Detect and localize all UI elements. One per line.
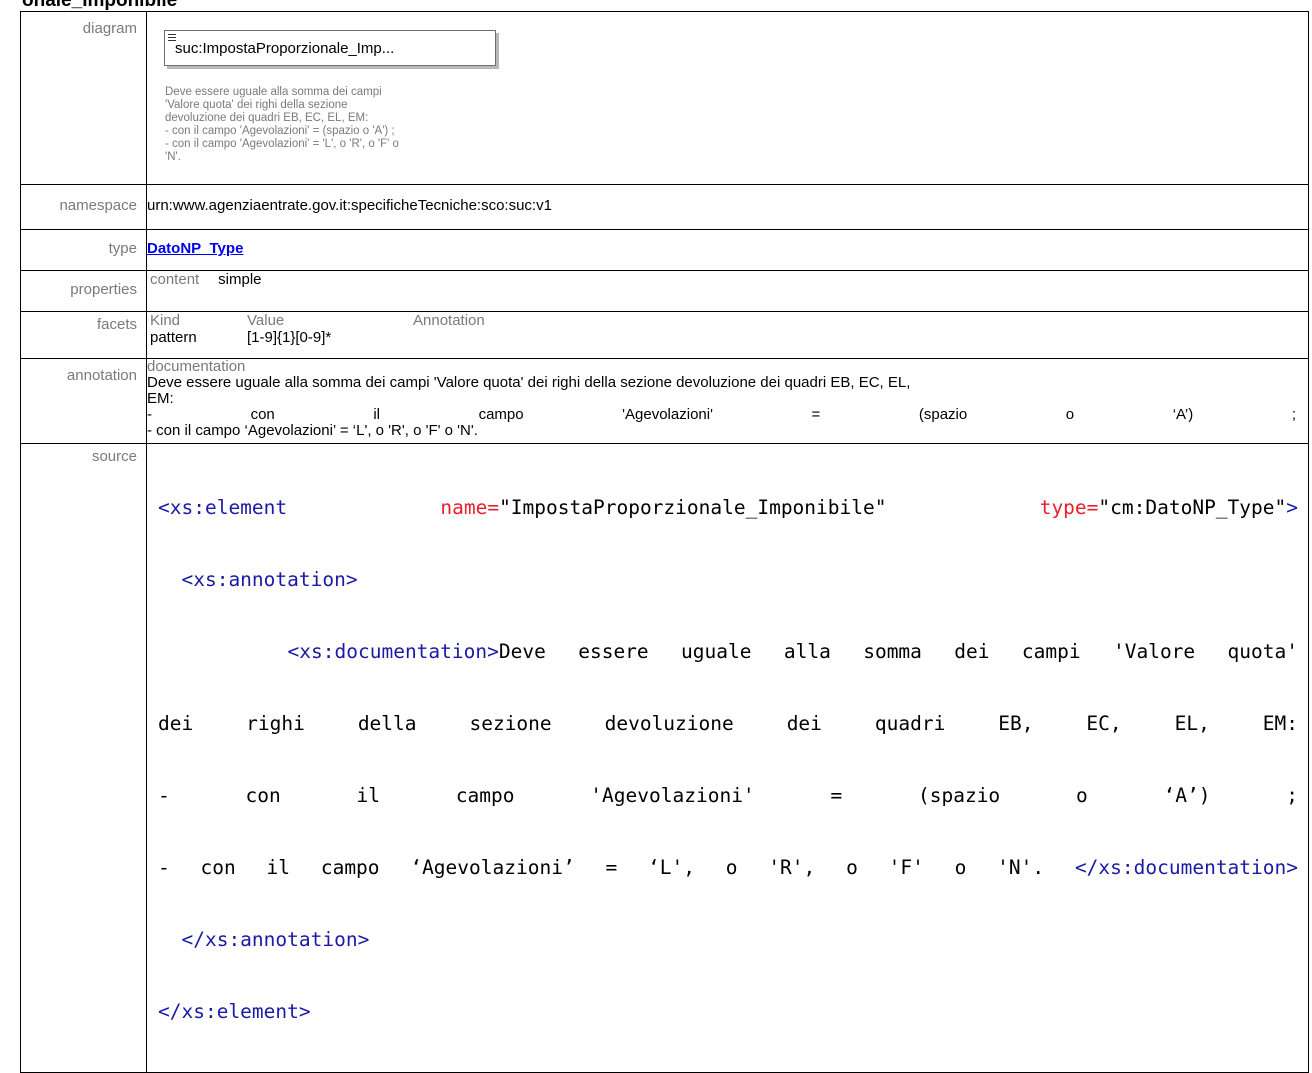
facet-kind: pattern: [150, 329, 197, 346]
label-annotation: annotation: [20, 358, 147, 444]
source-annotation-open: <xs:annotation>: [181, 568, 358, 591]
element-diagram-box[interactable]: suc:ImpostaProporzionale_Imp...: [164, 30, 496, 66]
annotation-line: EM:: [147, 390, 174, 407]
source-attr-name: name=: [440, 496, 500, 519]
label-diagram: diagram: [20, 11, 147, 185]
source-annotation-close: </xs:annotation>: [181, 928, 370, 951]
label-type: type: [20, 229, 147, 271]
row-properties: properties content simple: [20, 270, 1309, 312]
label-facets: facets: [20, 311, 147, 359]
diagram-cell: suc:ImpostaProporzionale_Imp... Deve ess…: [146, 11, 1309, 185]
property-key: content: [150, 271, 200, 288]
property-value: simple: [218, 271, 262, 288]
label-namespace: namespace: [20, 184, 147, 230]
row-type: type DatoNP_Type: [20, 229, 1309, 271]
facet-value: [1-9]{1}[0-9]*: [247, 329, 332, 346]
row-namespace: namespace urn:www.agenziaentrate.gov.it:…: [20, 184, 1309, 230]
source-element-open: <xs:element: [158, 496, 288, 519]
namespace-value: urn:www.agenziaentrate.gov.it:specifiche…: [147, 197, 552, 214]
source-element-close: </xs:element>: [158, 1000, 311, 1023]
annotation-line: Deve essere uguale alla somma dei campi …: [147, 374, 911, 391]
diagram-note: Deve essere uguale alla somma dei campi …: [165, 86, 485, 164]
diagram-note-line: Deve essere uguale alla somma dei campi: [165, 86, 382, 98]
source-doc-text: - con il campo 'Agevolazioni' = (spazio …: [158, 784, 1298, 807]
row-diagram: diagram suc:ImpostaProporzionale_Imp... …: [20, 11, 1309, 185]
annotation-line: - con il campo 'Agevolazioni' = (spazio …: [147, 406, 1296, 423]
facets-header-annotation: Annotation: [413, 312, 485, 329]
facets-header-value: Value: [247, 312, 285, 329]
label-source: source: [20, 443, 147, 1073]
source-documentation-close: </xs:documentation>: [1074, 856, 1298, 879]
source-documentation-open: <xs:documentation>: [287, 640, 499, 663]
source-attr-name-value: "ImpostaProporzionale_Imponibile": [499, 496, 887, 519]
label-properties: properties: [20, 270, 147, 312]
diagram-note-line: 'N'.: [165, 151, 181, 163]
source-doc-text: dei righi della sezione devoluzione dei …: [158, 712, 1298, 735]
source-doc-text: - con il campo ‘Agevolazioni’ = ‘L', o '…: [158, 856, 1075, 879]
page-heading: onale_Imponibile: [22, 0, 178, 11]
source-doc-text: Deve essere uguale alla somma dei campi …: [498, 640, 1298, 663]
diagram-note-line: 'Valore quota' dei righi della sezione: [165, 99, 348, 111]
row-annotation: annotation documentation Deve essere ugu…: [20, 358, 1309, 444]
diagram-note-line: - con il campo 'Agevolazioni' = 'L', o '…: [165, 138, 399, 150]
row-facets: facets Kind Value Annotation pattern [1-9]{…: [20, 311, 1309, 359]
source-code: <xs:element name="ImpostaProporzionale_I…: [146, 443, 1309, 1073]
schema-table: diagram suc:ImpostaProporzionale_Imp... …: [20, 11, 1309, 1073]
diagram-note-line: - con il campo 'Agevolazioni' = (spazio …: [165, 125, 395, 137]
source-element-close-bracket: >: [1286, 496, 1298, 519]
type-link[interactable]: DatoNP_Type: [147, 230, 243, 257]
row-source: source <xs:element name="ImpostaProporzi…: [20, 443, 1309, 1073]
annotation-line: - con il campo ‘Agevolazioni’ = ‘L', o '…: [147, 422, 478, 439]
source-attr-type: type=: [1039, 496, 1099, 519]
annotation-header: documentation: [147, 358, 246, 375]
diagram-box-title: suc:ImpostaProporzionale_Imp...: [175, 40, 395, 57]
facets-header-kind: Kind: [150, 312, 181, 329]
source-attr-type-value: "cm:DatoNP_Type": [1098, 496, 1287, 519]
diagram-note-line: devoluzione dei quadri EB, EC, EL, EM:: [165, 112, 369, 124]
